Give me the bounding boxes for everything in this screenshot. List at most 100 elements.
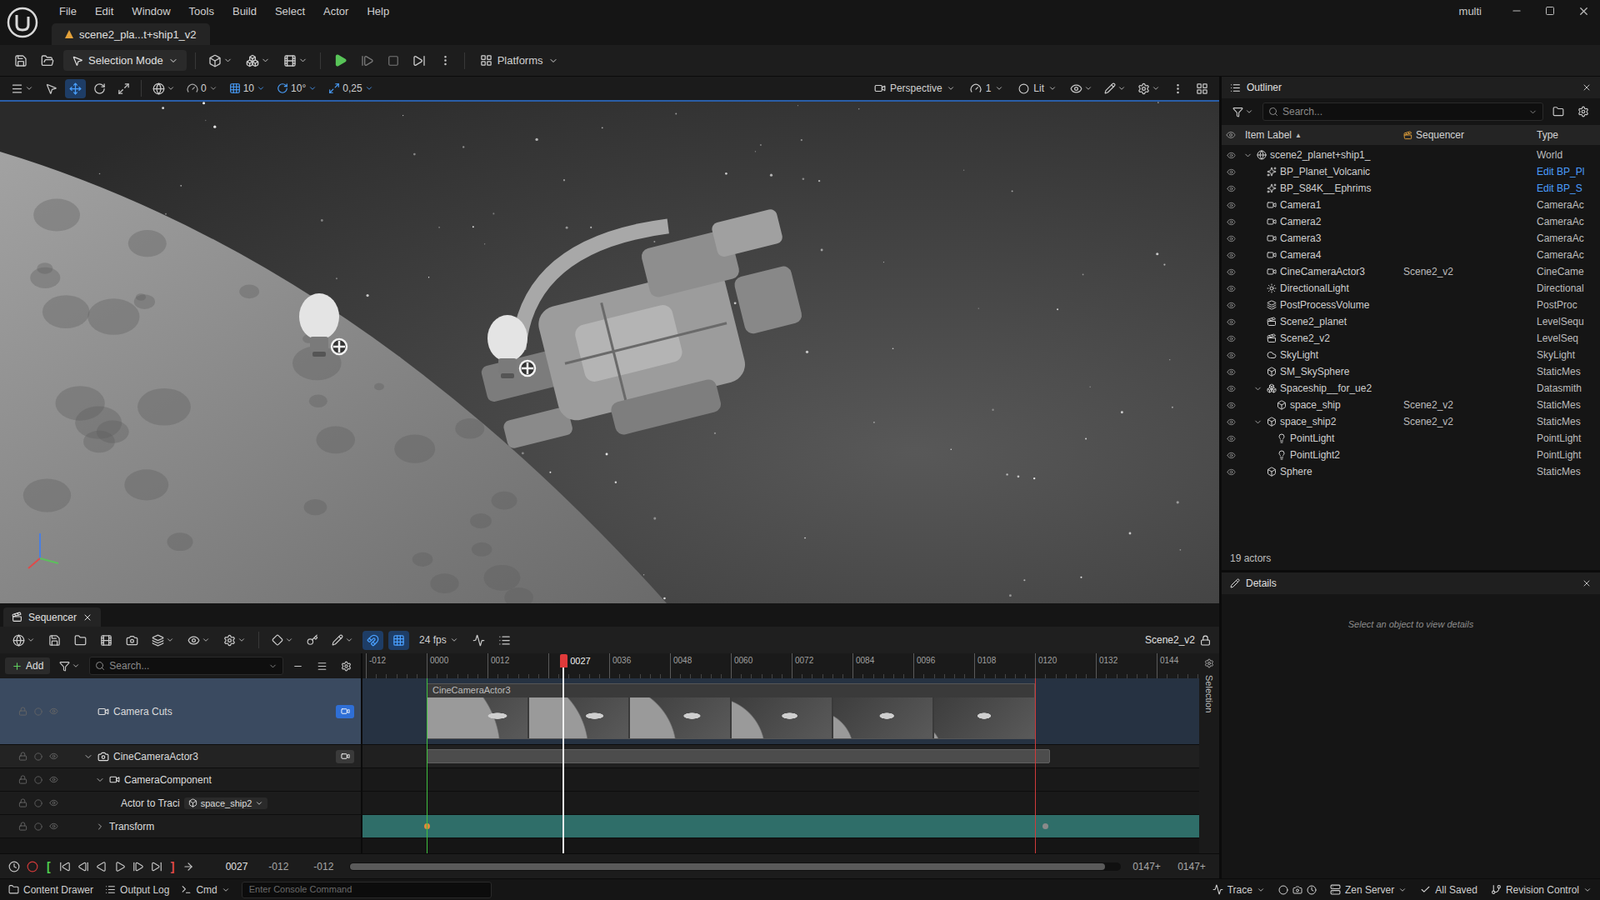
menu-item[interactable]: Select: [265, 5, 315, 18]
viewport-options-button[interactable]: [1167, 79, 1189, 99]
menu-item[interactable]: Tools: [180, 5, 224, 18]
track-row[interactable]: Camera Cuts: [0, 678, 361, 745]
solo-icon[interactable]: [34, 752, 43, 761]
camera-speed-button[interactable]: 1: [964, 80, 1010, 96]
selection-label[interactable]: Selection: [1204, 675, 1215, 713]
rotate-tool-button[interactable]: [89, 79, 110, 99]
visibility-icon[interactable]: [1226, 384, 1236, 394]
visibility-icon[interactable]: [1226, 167, 1236, 177]
eye-icon[interactable]: [49, 751, 59, 761]
layout-button[interactable]: [312, 657, 332, 675]
visibility-icon[interactable]: [1226, 300, 1236, 310]
edit-button[interactable]: [327, 630, 358, 650]
visibility-icon[interactable]: [1226, 250, 1236, 260]
actor-section[interactable]: [426, 749, 1050, 764]
visibility-icon[interactable]: [1226, 234, 1236, 244]
add-track-button[interactable]: Add: [5, 657, 50, 675]
outliner-row[interactable]: Camera3CameraAc: [1221, 230, 1600, 247]
visibility-icon[interactable]: [1226, 284, 1236, 294]
track-lane[interactable]: [362, 745, 1200, 769]
platforms-button[interactable]: Platforms: [473, 50, 565, 70]
outliner-row[interactable]: Camera1CameraAc: [1221, 196, 1600, 214]
jump-start-icon[interactable]: [59, 860, 71, 873]
start-frame-field[interactable]: -012: [259, 860, 298, 873]
column-header[interactable]: Type: [1531, 129, 1600, 141]
play-icon[interactable]: [114, 860, 126, 873]
save-button[interactable]: [10, 50, 32, 71]
app-logo[interactable]: [0, 0, 45, 45]
content-drawer-button[interactable]: Content Drawer: [8, 884, 94, 896]
outliner-row[interactable]: Camera2CameraAc: [1221, 213, 1600, 230]
step-forward-icon[interactable]: [132, 860, 145, 873]
maximize-viewport-button[interactable]: [1191, 79, 1213, 99]
close-icon[interactable]: [1581, 82, 1592, 93]
maximize-button[interactable]: [1533, 0, 1567, 22]
zen-server-button[interactable]: Zen Server: [1330, 884, 1407, 896]
minimize-button[interactable]: [1500, 0, 1534, 22]
viewport-scene[interactable]: [0, 101, 1220, 604]
trace-button[interactable]: Trace: [1212, 884, 1265, 896]
eject-button[interactable]: [408, 50, 430, 71]
lock-icon[interactable]: [18, 821, 28, 831]
track-settings-button[interactable]: [336, 657, 356, 675]
tools-button[interactable]: [1100, 79, 1130, 98]
loop-icon[interactable]: [182, 860, 195, 873]
point-light2[interactable]: [487, 315, 535, 379]
lock-icon[interactable]: [18, 798, 28, 808]
visibility-icon[interactable]: [1226, 267, 1236, 277]
play-reverse-icon[interactable]: [95, 860, 108, 873]
close-icon[interactable]: [82, 612, 93, 623]
menu-item[interactable]: Help: [357, 5, 399, 18]
eye-icon[interactable]: [49, 821, 59, 831]
visibility-icon[interactable]: [1226, 150, 1236, 160]
step-back-icon[interactable]: [77, 860, 90, 873]
visibility-icon[interactable]: [1226, 184, 1236, 194]
spaceship[interactable]: [457, 197, 820, 465]
curve-editor-button[interactable]: [468, 630, 490, 650]
playback-options-button[interactable]: [219, 630, 250, 650]
lock-icon[interactable]: [18, 775, 28, 785]
menu-item[interactable]: File: [50, 5, 86, 18]
add-folder-button[interactable]: [1548, 102, 1569, 121]
outliner-row[interactable]: DirectionalLightDirectional: [1221, 280, 1600, 297]
status-icons[interactable]: [1278, 885, 1317, 895]
visibility-icon[interactable]: [1226, 350, 1236, 360]
scroll-thumb[interactable]: [350, 863, 1105, 870]
save-sequence-button[interactable]: [44, 630, 65, 650]
scale-tool-button[interactable]: [113, 79, 135, 99]
play-button[interactable]: [329, 50, 352, 71]
expanded-arrow-icon[interactable]: [1243, 150, 1253, 160]
outliner-row[interactable]: Scene2_v2LevelSeq: [1221, 330, 1600, 347]
outliner-row[interactable]: PointLightPointLight: [1221, 430, 1600, 447]
point-light[interactable]: [299, 293, 347, 357]
record-icon[interactable]: [26, 860, 39, 873]
collapse-button[interactable]: [288, 657, 308, 675]
visibility-icon[interactable]: [1226, 200, 1236, 210]
expanded-arrow-icon[interactable]: [83, 751, 94, 762]
viewport-menu-button[interactable]: [6, 79, 38, 99]
time-ruler[interactable]: -012000000120036004800600072008400960108…: [362, 653, 1200, 679]
outliner-row[interactable]: SphereStaticMes: [1221, 463, 1600, 480]
eye-icon[interactable]: [49, 706, 59, 716]
snap-setting[interactable]: 10: [225, 80, 270, 96]
lock-icon[interactable]: [1200, 635, 1211, 646]
track-list-button[interactable]: [494, 630, 515, 650]
outliner-row[interactable]: space_ship2Scene2_v2StaticMes: [1221, 413, 1600, 430]
unreal-logo-icon[interactable]: [6, 6, 39, 39]
revision-control-button[interactable]: Revision Control: [1490, 884, 1592, 896]
output-log-button[interactable]: Output Log: [105, 884, 170, 896]
start-marker[interactable]: [426, 678, 428, 854]
console-input[interactable]: Enter Console Command: [241, 881, 492, 899]
track-search[interactable]: Search...: [89, 656, 284, 675]
find-asset-button[interactable]: [70, 630, 91, 650]
cinematics-button[interactable]: [279, 50, 312, 71]
frame-snap-toggle[interactable]: [388, 630, 410, 650]
visibility-icon[interactable]: [1226, 367, 1236, 377]
outliner-row[interactable]: SkyLightSkyLight: [1221, 346, 1600, 364]
mark-out-button[interactable]: ]: [169, 860, 177, 874]
add-key-button[interactable]: [302, 630, 323, 650]
eye-icon[interactable]: [49, 775, 59, 785]
frame-rate-select[interactable]: 24 fps: [414, 634, 464, 646]
visibility-icon[interactable]: [1226, 217, 1236, 227]
eye-icon[interactable]: [49, 798, 59, 808]
